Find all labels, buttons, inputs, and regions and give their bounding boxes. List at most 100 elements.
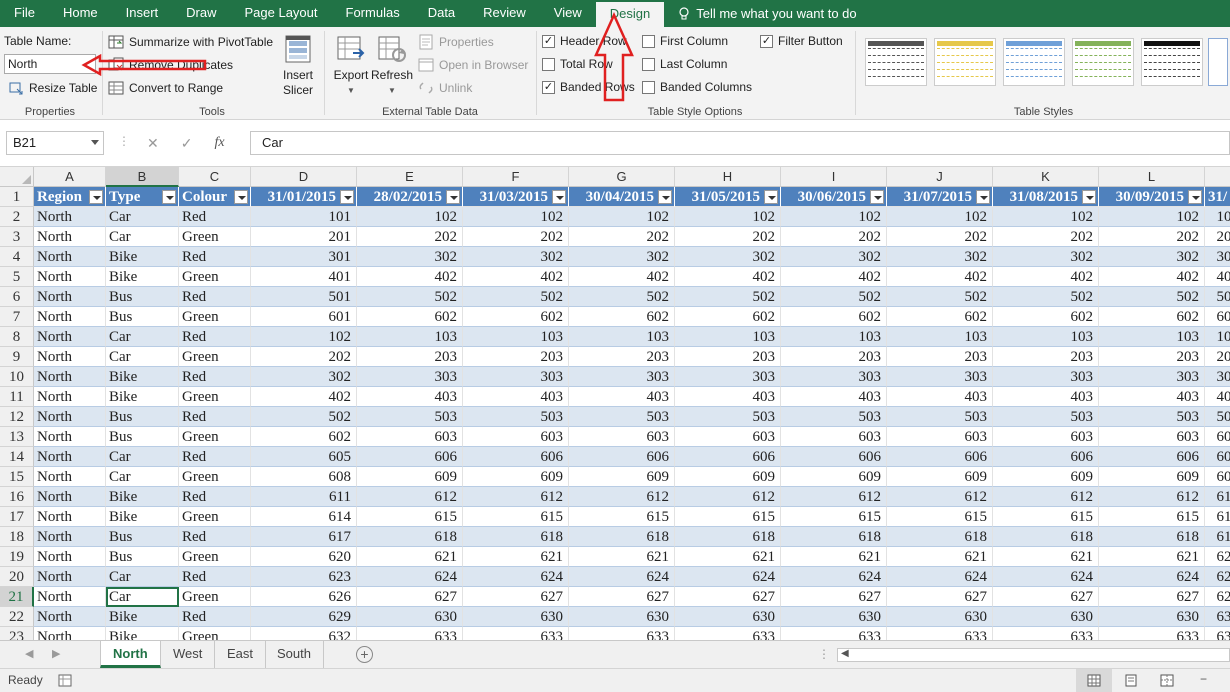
enter-icon[interactable]: ✓ [181, 135, 193, 152]
row-header[interactable]: 22 [0, 607, 34, 627]
row-header[interactable]: 8 [0, 327, 34, 347]
cell[interactable]: 627 [1205, 587, 1230, 607]
filter-dropdown-icon[interactable] [234, 190, 248, 204]
cell[interactable]: 601 [251, 307, 357, 327]
cell[interactable]: North [34, 427, 106, 447]
cell[interactable]: 618 [463, 527, 569, 547]
cell[interactable]: North [34, 527, 106, 547]
cell[interactable]: 615 [569, 507, 675, 527]
cell[interactable]: 611 [251, 487, 357, 507]
cell[interactable]: 618 [1099, 527, 1205, 547]
cell[interactable]: 630 [887, 607, 993, 627]
cell[interactable]: Green [179, 387, 251, 407]
cell[interactable]: 608 [251, 467, 357, 487]
cell[interactable]: Green [179, 587, 251, 607]
table-header-cell[interactable]: 30/04/2015 [569, 187, 675, 207]
row-header[interactable]: 4 [0, 247, 34, 267]
table-header-cell[interactable]: 31/07/2015 [887, 187, 993, 207]
cell[interactable]: 603 [675, 427, 781, 447]
sheet-tab-north[interactable]: North [100, 641, 161, 668]
column-header[interactable]: L [1099, 167, 1205, 187]
cell[interactable]: 615 [1099, 507, 1205, 527]
cell[interactable]: 606 [1099, 447, 1205, 467]
cell[interactable]: 624 [1099, 567, 1205, 587]
cell[interactable]: 612 [675, 487, 781, 507]
cell[interactable]: 303 [781, 367, 887, 387]
cell[interactable]: 633 [887, 627, 993, 640]
more-styles-icon[interactable] [1208, 38, 1228, 86]
cell[interactable]: 403 [1205, 387, 1230, 407]
table-header-cell[interactable]: 28/02/2015 [357, 187, 463, 207]
row-header[interactable]: 19 [0, 547, 34, 567]
tab-view[interactable]: View [540, 0, 596, 27]
table-header-cell[interactable]: 31/ [1205, 187, 1230, 207]
cell[interactable]: 503 [675, 407, 781, 427]
cell[interactable]: North [34, 467, 106, 487]
last-column-checkbox[interactable]: Last Column [642, 57, 727, 71]
cell[interactable]: 302 [675, 247, 781, 267]
cell[interactable]: 503 [357, 407, 463, 427]
cell[interactable]: 609 [1099, 467, 1205, 487]
table-header-cell[interactable]: Colour [179, 187, 251, 207]
cell[interactable]: 202 [781, 227, 887, 247]
open-in-browser-button[interactable]: Open in Browser [418, 57, 528, 73]
cell[interactable]: Red [179, 527, 251, 547]
cell[interactable]: 612 [993, 487, 1099, 507]
table-style-swatch[interactable] [865, 38, 927, 86]
cell[interactable]: 102 [1205, 207, 1230, 227]
cell[interactable]: 503 [1099, 407, 1205, 427]
cell[interactable]: 624 [463, 567, 569, 587]
cell[interactable]: 615 [993, 507, 1099, 527]
tab-data[interactable]: Data [414, 0, 469, 27]
row-header[interactable]: 5 [0, 267, 34, 287]
cell[interactable]: Red [179, 327, 251, 347]
cell[interactable]: 503 [569, 407, 675, 427]
cell[interactable]: North [34, 387, 106, 407]
cell[interactable]: North [34, 287, 106, 307]
cell[interactable]: Car [106, 567, 179, 587]
cell[interactable]: 103 [781, 327, 887, 347]
row-header[interactable]: 3 [0, 227, 34, 247]
cell[interactable]: 602 [675, 307, 781, 327]
tab-insert[interactable]: Insert [112, 0, 173, 27]
cell[interactable]: 502 [1099, 287, 1205, 307]
cell[interactable]: 633 [675, 627, 781, 640]
cell[interactable]: 617 [251, 527, 357, 547]
cell[interactable]: 615 [781, 507, 887, 527]
cell[interactable]: 618 [569, 527, 675, 547]
column-header[interactable]: D [251, 167, 357, 187]
properties-button[interactable]: Properties [418, 34, 494, 50]
cell[interactable]: 202 [357, 227, 463, 247]
filter-dropdown-icon[interactable] [446, 190, 460, 204]
cell[interactable]: 102 [569, 207, 675, 227]
cell[interactable]: 612 [569, 487, 675, 507]
cell[interactable]: 603 [463, 427, 569, 447]
cell[interactable]: 402 [357, 267, 463, 287]
cell[interactable]: 609 [993, 467, 1099, 487]
column-header[interactable]: E [357, 167, 463, 187]
cell[interactable]: 630 [569, 607, 675, 627]
cell[interactable]: 633 [993, 627, 1099, 640]
row-header[interactable]: 13 [0, 427, 34, 447]
cell[interactable]: 602 [569, 307, 675, 327]
cell[interactable]: 102 [993, 207, 1099, 227]
cell[interactable]: 621 [569, 547, 675, 567]
filter-dropdown-icon[interactable] [340, 190, 354, 204]
cell[interactable]: 201 [251, 227, 357, 247]
cell[interactable]: 402 [781, 267, 887, 287]
cell[interactable]: Bus [106, 407, 179, 427]
table-header-cell[interactable]: 31/01/2015 [251, 187, 357, 207]
cell[interactable]: 502 [463, 287, 569, 307]
cell[interactable]: Bike [106, 247, 179, 267]
cell[interactable]: 621 [1205, 547, 1230, 567]
cell[interactable]: 202 [675, 227, 781, 247]
row-header[interactable]: 23 [0, 627, 34, 640]
row-header[interactable]: 17 [0, 507, 34, 527]
cell[interactable]: 612 [357, 487, 463, 507]
cell[interactable]: 627 [357, 587, 463, 607]
cell[interactable]: 202 [251, 347, 357, 367]
cancel-icon[interactable]: ✕ [147, 135, 159, 152]
cell[interactable]: 402 [1099, 267, 1205, 287]
cell[interactable]: 503 [781, 407, 887, 427]
cell[interactable]: 203 [1099, 347, 1205, 367]
